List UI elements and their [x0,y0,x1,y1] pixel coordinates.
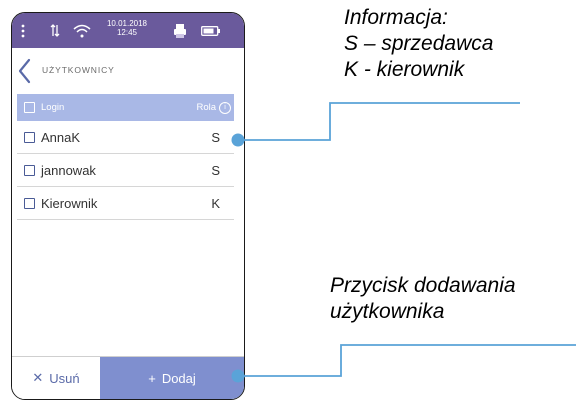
callout-line: Przycisk dodawania [330,274,516,297]
screen-header: UŻYTKOWNICY [12,48,244,94]
page-title: UŻYTKOWNICY [42,65,115,75]
column-header-login[interactable]: Login [41,102,64,113]
close-icon: ✕ [32,370,44,385]
menu-dots-icon[interactable] [18,13,28,48]
callout-line: użytkownika [330,300,445,323]
info-icon[interactable]: i [219,101,231,114]
user-role: S [211,129,220,145]
status-datetime: 10.01.2018 12:45 [104,19,150,37]
table-header-row[interactable]: Login Rola i [17,94,234,121]
user-role: K [211,195,220,211]
status-time: 12:45 [116,28,138,37]
callout-add-button: Przycisk dodawania użytkownika [330,273,516,325]
select-all-checkbox[interactable] [24,102,35,113]
delete-button-label: Usuń [49,370,80,386]
printer-icon [172,13,188,48]
row-checkbox[interactable] [24,197,35,209]
user-login: Kierownik [41,195,98,211]
callout-role-info: Informacja: S – sprzedawca K - kierownik [344,5,493,83]
table-row[interactable]: Kierownik K [17,187,234,220]
battery-icon [200,13,222,48]
status-date: 10.01.2018 [106,19,148,28]
status-bar: 10.01.2018 12:45 [12,13,244,48]
wifi-icon [72,13,92,48]
row-checkbox[interactable] [24,164,35,176]
column-header-role[interactable]: Rola [196,102,216,113]
add-button-label: Dodaj [161,370,196,386]
back-arrow-icon[interactable] [17,58,33,84]
table-row[interactable]: jannowak S [17,154,234,187]
callout-line: S – sprzedawca [344,32,494,55]
user-login: jannowak [41,162,96,178]
device-screen: 10.01.2018 12:45 UŻYTKOWNICY Login Rola … [11,12,245,400]
user-role: S [211,162,220,178]
data-transfer-icon [48,13,62,48]
user-login: AnnaK [41,129,81,145]
callout-line: K - kierownik [344,58,465,81]
table-row[interactable]: AnnaK S [17,121,234,154]
delete-button[interactable]: ✕ Usuń [12,357,100,399]
add-user-button[interactable]: + Dodaj [100,357,244,399]
plus-icon: + [148,370,156,386]
callout-line: Informacja: [344,6,448,29]
row-checkbox[interactable] [24,131,35,143]
action-footer: ✕ Usuń + Dodaj [12,356,244,399]
